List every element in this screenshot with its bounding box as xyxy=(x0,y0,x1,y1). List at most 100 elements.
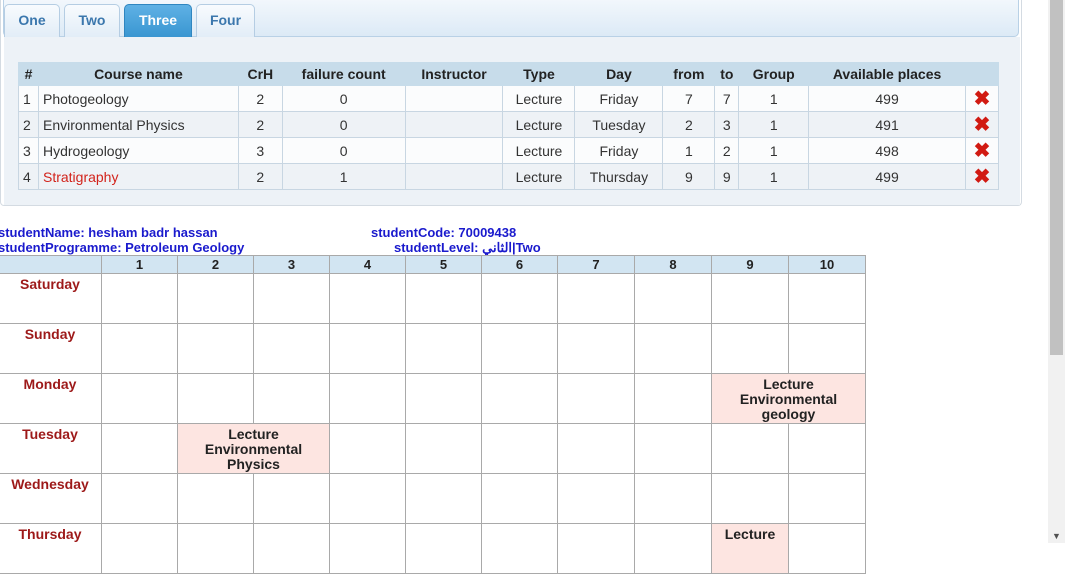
period-header: 6 xyxy=(481,255,558,274)
lecture-course: Environmental Physics xyxy=(204,441,303,472)
slot xyxy=(329,373,406,424)
cell-crh: 2 xyxy=(237,111,283,138)
student-programme: studentProgramme: Petroleum Geology xyxy=(0,240,245,255)
close-x-icon[interactable]: ✖ xyxy=(974,166,991,188)
slot xyxy=(557,323,635,374)
cell-crh: 2 xyxy=(237,163,283,190)
cell-failure: 0 xyxy=(281,85,406,112)
cell-from: 9 xyxy=(662,163,716,190)
slot xyxy=(253,323,330,374)
col-crh: CrH xyxy=(237,62,283,86)
slot xyxy=(101,523,178,574)
schedule-row-saturday: Saturday xyxy=(0,273,866,324)
schedule-row-tuesday: Tuesday Lecture Environmental Physics xyxy=(0,423,866,474)
scrollbar-thumb[interactable] xyxy=(1050,0,1063,355)
slot xyxy=(329,423,406,474)
cell-group: 1 xyxy=(738,111,810,138)
cell-course-name: Stratigraphy xyxy=(37,163,239,190)
cell-failure: 1 xyxy=(281,163,406,190)
student-name: studentName: hesham badr hassan xyxy=(0,225,218,240)
period-header: 1 xyxy=(101,255,178,274)
cell-day: Friday xyxy=(574,85,664,112)
tab-one[interactable]: One xyxy=(4,4,60,37)
col-from: from xyxy=(662,62,716,86)
tab-bar: One Two Three Four xyxy=(3,0,1019,37)
col-num: # xyxy=(18,62,39,86)
cell-group: 1 xyxy=(738,137,810,164)
cell-day: Tuesday xyxy=(574,111,664,138)
table-row: 3 Hydrogeology 3 0 Lecture Friday 1 2 1 … xyxy=(18,137,1000,164)
col-instructor: Instructor xyxy=(404,62,504,86)
schedule-row-thursday: Thursday Lecture xyxy=(0,523,866,574)
slot xyxy=(711,473,789,524)
slot xyxy=(329,273,406,324)
day-label: Sunday xyxy=(0,323,102,374)
delete-cell: ✖ xyxy=(964,163,1000,190)
tab-two[interactable]: Two xyxy=(64,4,120,37)
slot xyxy=(711,323,789,374)
slot xyxy=(329,473,406,524)
slot xyxy=(788,423,866,474)
cell-crh: 3 xyxy=(237,137,283,164)
close-x-icon[interactable]: ✖ xyxy=(974,88,991,110)
slot xyxy=(481,373,558,424)
cell-to: 2 xyxy=(714,137,740,164)
vertical-scrollbar[interactable]: ▼ xyxy=(1048,0,1065,543)
cell-course-name: Environmental Physics xyxy=(37,111,239,138)
scroll-down-icon[interactable]: ▼ xyxy=(1048,529,1065,543)
slot xyxy=(101,473,178,524)
student-level: studentLevel: الثاني|Two xyxy=(394,240,541,255)
day-label: Monday xyxy=(0,373,102,424)
tab-four[interactable]: Four xyxy=(196,4,255,37)
slot xyxy=(481,523,558,574)
table-row: 4 Stratigraphy 2 1 Lecture Thursday 9 9 … xyxy=(18,163,1000,190)
cell-type: Lecture xyxy=(502,163,576,190)
slot xyxy=(634,323,712,374)
close-x-icon[interactable]: ✖ xyxy=(974,140,991,162)
period-header: 9 xyxy=(711,255,789,274)
slot xyxy=(634,373,712,424)
cell-to: 7 xyxy=(714,85,740,112)
student-code: studentCode: 70009438 xyxy=(371,225,517,240)
col-to: to xyxy=(714,62,740,86)
day-label: Thursday xyxy=(0,523,102,574)
day-label: Saturday xyxy=(0,273,102,324)
schedule-row-sunday: Sunday xyxy=(0,323,866,374)
slot xyxy=(405,323,482,374)
col-delete xyxy=(964,62,1000,86)
slot xyxy=(788,473,866,524)
slot xyxy=(711,273,789,324)
cell-instructor xyxy=(404,163,504,190)
cell-available: 499 xyxy=(808,163,966,190)
col-group: Group xyxy=(738,62,810,86)
cell-to: 9 xyxy=(714,163,740,190)
lecture-type: Lecture xyxy=(724,526,776,542)
cell-instructor xyxy=(404,111,504,138)
slot xyxy=(634,273,712,324)
period-header: 3 xyxy=(253,255,330,274)
cell-num: 4 xyxy=(18,163,39,190)
slot xyxy=(634,523,712,574)
cell-failure: 0 xyxy=(281,137,406,164)
slot xyxy=(253,373,330,424)
close-x-icon[interactable]: ✖ xyxy=(974,114,991,136)
lecture-block: Lecture Environmental geology xyxy=(711,373,866,424)
slot xyxy=(405,473,482,524)
day-label: Tuesday xyxy=(0,423,102,474)
slot xyxy=(481,273,558,324)
period-header: 5 xyxy=(405,255,482,274)
registered-courses-table: # Course name CrH failure count Instruct… xyxy=(18,62,1000,190)
slot xyxy=(101,423,178,474)
delete-cell: ✖ xyxy=(964,137,1000,164)
tab-three[interactable]: Three xyxy=(124,4,192,37)
slot xyxy=(557,273,635,324)
cell-group: 1 xyxy=(738,163,810,190)
cell-available: 491 xyxy=(808,111,966,138)
col-failure-count: failure count xyxy=(281,62,406,86)
slot xyxy=(177,373,254,424)
slot xyxy=(329,523,406,574)
slot xyxy=(557,523,635,574)
schedule-row-monday: Monday Lecture Environmental geology xyxy=(0,373,866,424)
slot xyxy=(177,323,254,374)
cell-available: 499 xyxy=(808,85,966,112)
